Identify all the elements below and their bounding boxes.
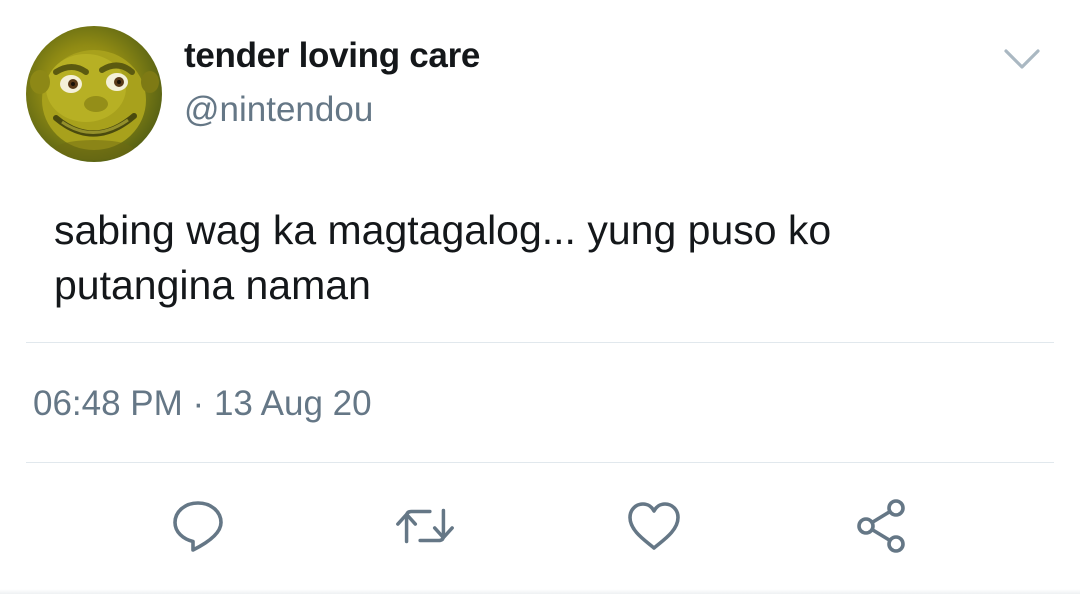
tweet-text-line: sabing wag ka magtagalog... yung puso ko xyxy=(54,207,832,253)
bottom-edge xyxy=(0,589,1080,594)
reply-icon xyxy=(173,501,223,552)
tweet-time: 06:48 PM xyxy=(33,384,183,423)
retweet-button[interactable] xyxy=(393,496,457,556)
share-button[interactable] xyxy=(851,496,915,556)
avatar[interactable] xyxy=(26,26,162,162)
display-name[interactable]: tender loving care xyxy=(184,36,480,76)
tweet-text-line: putangina naman xyxy=(54,262,371,308)
tweet-text: sabing wag ka magtagalog... yung puso ko… xyxy=(54,203,1044,313)
reply-button[interactable] xyxy=(166,496,230,556)
like-button[interactable] xyxy=(622,496,686,556)
chevron-down-icon[interactable] xyxy=(1002,42,1042,76)
heart-icon xyxy=(628,502,680,550)
tweet-date: 13 Aug 20 xyxy=(213,384,372,423)
divider xyxy=(26,342,1054,343)
retweet-icon xyxy=(396,508,454,544)
timestamp-separator: · xyxy=(192,384,205,423)
avatar-image xyxy=(30,50,159,160)
user-handle[interactable]: @nintendou xyxy=(184,90,373,130)
divider xyxy=(26,462,1054,463)
tweet-timestamp: 06:48 PM · 13 Aug 20 xyxy=(33,384,372,424)
share-icon xyxy=(857,499,905,553)
